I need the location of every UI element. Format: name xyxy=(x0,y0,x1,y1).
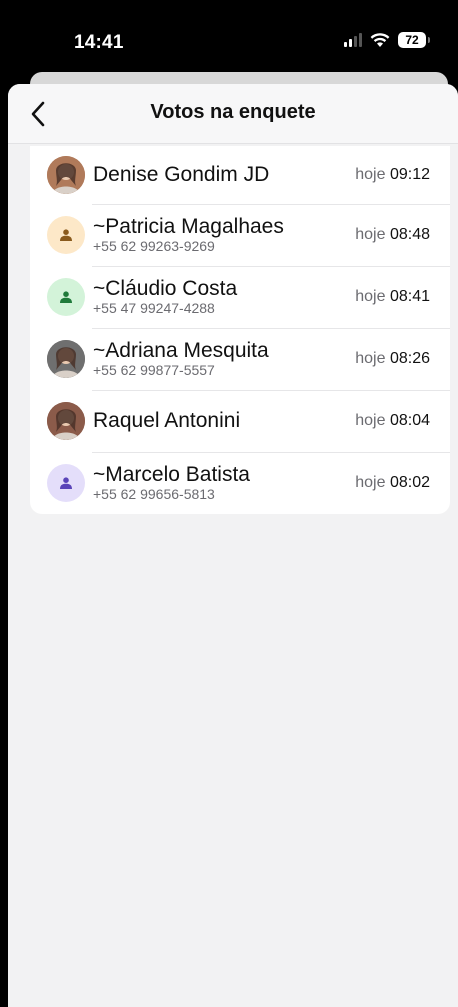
default-avatar xyxy=(47,464,85,502)
profile-photo-icon xyxy=(47,340,85,378)
list-item[interactable]: ~Adriana Mesquita +55 62 99877-5557 hoje 0… xyxy=(30,328,450,390)
vote-time: 09:12 xyxy=(389,166,430,183)
vote-day: hoje xyxy=(355,288,386,305)
cellular-signal-icon xyxy=(344,33,362,47)
voter-phone: +55 47 99247-4288 xyxy=(93,300,215,317)
list-item[interactable]: ~Patricia Magalhaes +55 62 99263-9269 hoje… xyxy=(30,204,450,266)
navigation-bar: Votos na enquete xyxy=(8,84,458,144)
vote-day: hoje xyxy=(355,474,386,491)
battery-icon: 72 xyxy=(398,32,430,48)
vote-time: 08:26 xyxy=(389,350,430,367)
voter-info: ~Patricia Magalhaes +55 62 99263-9269 xyxy=(93,204,350,266)
vote-timestamp: hoje 08:41 xyxy=(355,288,430,306)
vote-timestamp: hoje 08:04 xyxy=(355,412,430,430)
list-item[interactable]: Denise Gondim JD hoje 09:12 xyxy=(30,146,450,204)
vote-time: 08:48 xyxy=(389,226,430,243)
avatar xyxy=(47,340,85,378)
avatar xyxy=(47,402,85,440)
list-item[interactable]: ~Cláudio Costa +55 47 99247-4288 hoje 08:4… xyxy=(30,266,450,328)
voter-info: Denise Gondim JD xyxy=(93,146,350,204)
vote-time: 08:41 xyxy=(389,288,430,305)
voter-info: Raquel Antonini xyxy=(93,390,350,452)
voter-info: ~Adriana Mesquita +55 62 99877-5557 xyxy=(93,328,350,390)
voter-name: ~Cláudio Costa xyxy=(93,277,238,301)
profile-photo-icon xyxy=(47,402,85,440)
profile-photo-icon xyxy=(47,156,85,194)
wifi-icon xyxy=(370,33,390,47)
voter-name: ~Marcelo Batista xyxy=(93,463,250,487)
list-item[interactable]: Raquel Antonini hoje 08:04 xyxy=(30,390,450,452)
voter-info: ~Marcelo Batista +55 62 99656-5813 xyxy=(93,452,350,514)
votes-sheet: Votos na enquete Denise Gondim JD hoje 09… xyxy=(8,84,458,1007)
voter-name: Raquel Antonini xyxy=(93,409,241,433)
voter-phone: +55 62 99877-5557 xyxy=(93,362,215,379)
voter-name: ~Patricia Magalhaes xyxy=(93,215,284,239)
person-icon xyxy=(60,477,72,489)
vote-day: hoje xyxy=(355,412,386,429)
vote-timestamp: hoje 08:48 xyxy=(355,226,430,244)
avatar xyxy=(47,156,85,194)
default-avatar xyxy=(47,216,85,254)
status-icons: 72 xyxy=(344,32,430,48)
default-avatar xyxy=(47,278,85,316)
voter-name: ~Adriana Mesquita xyxy=(93,339,269,363)
voter-phone: +55 62 99263-9269 xyxy=(93,238,215,255)
vote-time: 08:02 xyxy=(389,474,430,491)
voter-phone: +55 62 99656-5813 xyxy=(93,486,215,503)
person-icon xyxy=(60,291,72,303)
vote-timestamp: hoje 09:12 xyxy=(355,166,430,184)
vote-timestamp: hoje 08:02 xyxy=(355,474,430,492)
vote-time: 08:04 xyxy=(389,412,430,429)
person-icon xyxy=(60,229,72,241)
voter-info: ~Cláudio Costa +55 47 99247-4288 xyxy=(93,266,350,328)
vote-day: hoje xyxy=(355,166,386,183)
status-time: 14:41 xyxy=(74,32,124,53)
page-title: Votos na enquete xyxy=(150,101,316,123)
list-item[interactable]: ~Marcelo Batista +55 62 99656-5813 hoje 08… xyxy=(30,452,450,514)
voters-list: Denise Gondim JD hoje 09:12 ~Patricia Maga… xyxy=(30,146,450,514)
vote-timestamp: hoje 08:26 xyxy=(355,350,430,368)
vote-day: hoje xyxy=(355,350,386,367)
voter-name: Denise Gondim JD xyxy=(93,163,270,187)
vote-day: hoje xyxy=(355,226,386,243)
